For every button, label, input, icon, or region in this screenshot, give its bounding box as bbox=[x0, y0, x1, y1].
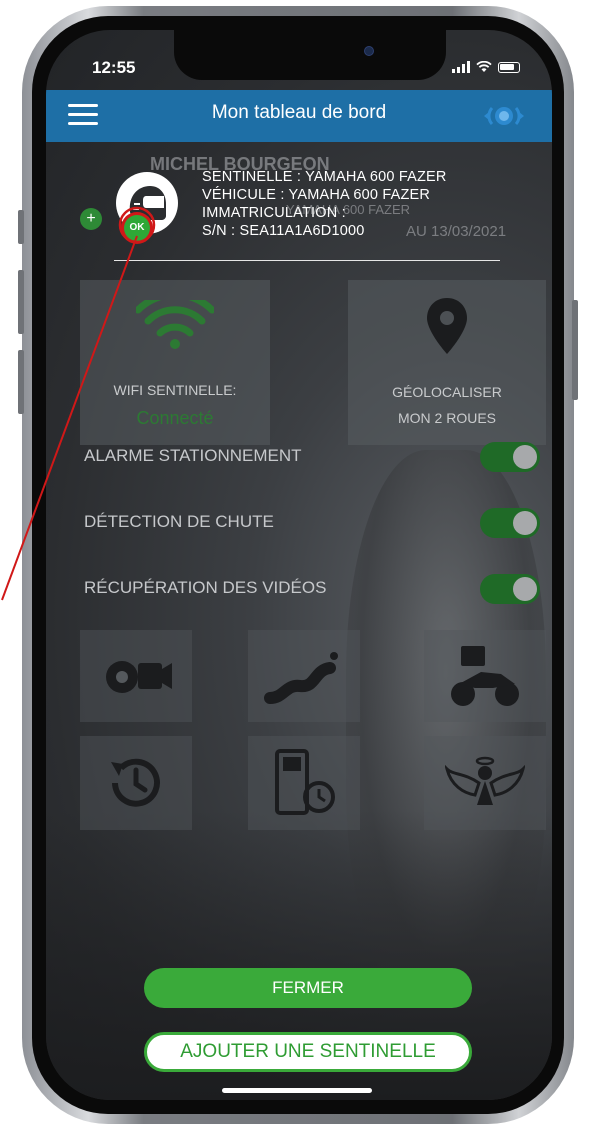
registration: IMMATRICULATION : bbox=[202, 205, 346, 221]
toggle-label: DÉTECTION DE CHUTE bbox=[84, 512, 274, 531]
app-screen: 12:55 Mon tableau de bord MICHEL BOURGEO… bbox=[46, 30, 552, 1100]
toggle-row-alarm: ALARME STATIONNEMENT bbox=[78, 434, 548, 478]
toggle-label: ALARME STATIONNEMENT bbox=[84, 446, 302, 465]
geolocate-label-line1: GÉOLOCALISER bbox=[392, 384, 502, 400]
video-motorcycle-tile[interactable] bbox=[424, 630, 546, 722]
video-motorcycle-icon bbox=[451, 646, 519, 706]
toggle-knob bbox=[513, 577, 537, 601]
side-button-power bbox=[572, 300, 578, 400]
wifi-icon bbox=[136, 300, 214, 349]
status-icons bbox=[452, 60, 520, 74]
home-indicator bbox=[222, 1088, 372, 1093]
toggle-row-fall-detection: DÉTECTION DE CHUTE bbox=[78, 500, 548, 544]
front-camera bbox=[364, 46, 374, 56]
wifi-label: WIFI SENTINELLE: bbox=[113, 382, 237, 398]
add-sentinel-button[interactable]: AJOUTER UNE SENTINELLE bbox=[144, 1032, 472, 1072]
camera-settings-tile[interactable] bbox=[80, 630, 192, 722]
map-pin-icon bbox=[427, 298, 467, 354]
toggle-knob bbox=[513, 445, 537, 469]
wifi-status: Connecté bbox=[136, 408, 214, 428]
route-tile[interactable] bbox=[248, 630, 360, 722]
add-badge[interactable]: + bbox=[80, 208, 102, 230]
wifi-tile[interactable]: WIFI SENTINELLE: Connecté bbox=[80, 280, 270, 445]
wifi-status-icon bbox=[476, 61, 492, 72]
app-header: Mon tableau de bord bbox=[46, 90, 552, 142]
signal-icon bbox=[452, 61, 470, 73]
side-button-volume-up bbox=[18, 270, 24, 334]
angel-tile[interactable] bbox=[424, 736, 546, 830]
history-tile[interactable] bbox=[80, 736, 192, 830]
side-button-volume-down bbox=[18, 350, 24, 414]
fuel-timer-tile[interactable] bbox=[248, 736, 360, 830]
notch bbox=[174, 30, 446, 80]
toggle-row-video-recovery: RÉCUPÉRATION DES VIDÉOS bbox=[78, 566, 548, 610]
serial-number: S/N : SEA11A1A6D1000 bbox=[202, 223, 365, 239]
camera-settings-icon bbox=[106, 661, 172, 693]
toggle-label: RÉCUPÉRATION DES VIDÉOS bbox=[84, 578, 327, 597]
toggle-knob bbox=[513, 511, 537, 535]
fuel-timer-icon bbox=[275, 749, 335, 815]
status-badge: OK bbox=[124, 215, 150, 241]
history-icon bbox=[111, 758, 160, 807]
status-time: 12:55 bbox=[92, 58, 136, 77]
fall-detection-toggle[interactable] bbox=[480, 508, 540, 538]
sentinel-info: SENTINELLE : YAMAHA 600 FAZER VÉHICULE :… bbox=[202, 168, 447, 240]
close-button[interactable]: FERMER bbox=[144, 968, 472, 1008]
vehicle-name: VÉHICULE : YAMAHA 600 FAZER bbox=[202, 187, 431, 203]
battery-icon bbox=[498, 61, 520, 73]
alarm-toggle[interactable] bbox=[480, 442, 540, 472]
page-title: Mon tableau de bord bbox=[211, 102, 387, 123]
sentinel-name: SENTINELLE : YAMAHA 600 FAZER bbox=[202, 169, 447, 185]
popup-divider bbox=[114, 260, 500, 261]
geolocate-label-line2: MON 2 ROUES bbox=[397, 410, 496, 426]
geolocate-tile[interactable]: GÉOLOCALISER MON 2 ROUES bbox=[348, 280, 546, 445]
route-icon bbox=[264, 652, 338, 704]
sentinelle-logo-icon[interactable] bbox=[478, 100, 530, 132]
angel-icon bbox=[445, 756, 525, 805]
video-recovery-toggle[interactable] bbox=[480, 574, 540, 604]
side-button-silent bbox=[18, 210, 24, 244]
